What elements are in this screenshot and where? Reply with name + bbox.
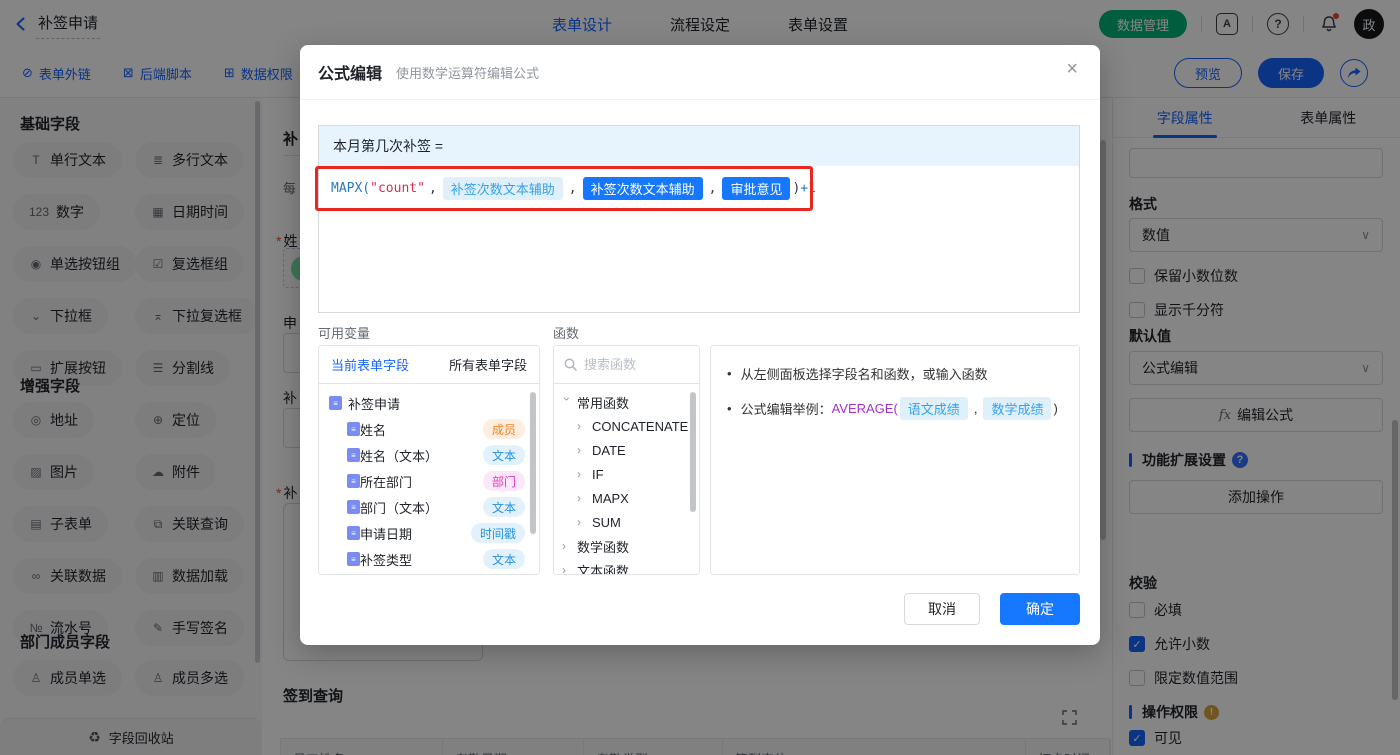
formula-editor-box: 本月第几次补签 = MAPX("count", 补签次数文本辅助, 补签次数文本辅助…: [318, 125, 1080, 313]
modal-title: 公式编辑: [318, 66, 383, 83]
variable-type-badge: 文本: [482, 497, 525, 517]
search-icon: [564, 358, 577, 371]
chevron-icon: ›: [577, 491, 581, 505]
variable-name: 部门（文本）: [360, 500, 439, 516]
function-list: › 常用函数 › CONCATENATE › DATE › IF › MAPX …: [554, 384, 699, 575]
function-name: 数学函数: [577, 539, 630, 555]
function-row[interactable]: › CONCATENATE: [554, 414, 699, 438]
formula-token[interactable]: "count": [370, 181, 425, 196]
variable-row[interactable]: ≡ 补签申请: [319, 390, 539, 416]
function-name: 文本函数: [577, 563, 630, 575]
confirm-button[interactable]: 确定: [1000, 593, 1080, 625]
close-icon[interactable]: ×: [1066, 59, 1078, 79]
functions-label: 函数: [553, 326, 580, 341]
formula-token[interactable]: 审批意见: [722, 177, 791, 200]
tip-token: 公式编辑举例：: [740, 402, 832, 417]
formula-token[interactable]: ): [792, 181, 800, 196]
variable-name: 姓名（文本）: [360, 448, 439, 464]
form-doc-icon: ≡: [347, 500, 360, 514]
variable-row[interactable]: ≡ 所在部门 部门: [319, 468, 539, 494]
function-name: DATE: [592, 442, 626, 458]
chevron-icon: ›: [577, 467, 581, 481]
form-doc-icon: ≡: [329, 396, 342, 410]
tip-token: 语文成绩: [899, 397, 968, 420]
chevron-icon: ›: [577, 419, 581, 433]
tip-token: 数学成绩: [983, 397, 1052, 420]
modal-subtitle: 使用数学运算符编辑公式: [396, 65, 540, 81]
function-row[interactable]: › SUM: [554, 510, 699, 534]
chevron-icon: ›: [562, 539, 566, 553]
variable-row[interactable]: ≡ 补签类型 文本: [319, 546, 539, 572]
tip-token: ): [1053, 401, 1058, 416]
function-row[interactable]: › 文本函数: [554, 558, 699, 575]
variable-row[interactable]: ≡ 姓名 成员: [319, 416, 539, 442]
chevron-icon: ›: [562, 563, 566, 575]
formula-token[interactable]: MAPX(: [331, 181, 370, 196]
function-row[interactable]: › IF: [554, 462, 699, 486]
formula-token[interactable]: +1: [800, 181, 816, 196]
function-row[interactable]: › 常用函数: [554, 390, 699, 414]
variable-name: 所在部门: [360, 474, 413, 490]
form-doc-icon: ≡: [347, 448, 360, 462]
modal-header: 公式编辑 使用数学运算符编辑公式 ×: [300, 45, 1100, 100]
form-doc-icon: ≡: [347, 526, 360, 540]
variable-type-badge: 成员: [482, 419, 525, 439]
function-row[interactable]: › 数学函数: [554, 534, 699, 558]
cancel-button[interactable]: 取消: [904, 593, 980, 625]
function-name: IF: [592, 466, 604, 482]
variable-type-badge: 文本: [482, 549, 525, 569]
function-name: MAPX: [592, 490, 629, 506]
formula-token[interactable]: ,: [429, 181, 437, 196]
function-name: 常用函数: [577, 395, 630, 411]
function-search: [554, 346, 699, 384]
functions-scrollbar[interactable]: [690, 392, 696, 512]
functions-panel: › 常用函数 › CONCATENATE › DATE › IF: [553, 345, 700, 575]
variable-type-badge: 文本: [482, 445, 525, 465]
form-doc-icon: ≡: [347, 422, 360, 436]
formula-token[interactable]: 补签次数文本辅助: [442, 177, 563, 200]
variable-name: 申请日期: [360, 526, 413, 542]
form-doc-icon: ≡: [347, 552, 360, 566]
formula-target: 本月第几次补签 =: [319, 126, 1079, 166]
variable-name: 补签申请: [348, 396, 401, 412]
formula-token[interactable]: ,: [709, 181, 717, 196]
variables-scrollbar[interactable]: [530, 392, 536, 534]
function-name: SUM: [592, 514, 621, 530]
tip-token: ,: [973, 401, 978, 416]
variables-tab[interactable]: 所有表单字段: [449, 355, 527, 374]
variable-row[interactable]: ≡ 姓名（文本） 文本: [319, 442, 539, 468]
formula-token[interactable]: ,: [569, 181, 577, 196]
chevron-icon: ›: [577, 443, 581, 457]
formula-input-area[interactable]: MAPX("count", 补签次数文本辅助, 补签次数文本辅助, 审批意见) +1: [319, 166, 1079, 211]
variables-tab[interactable]: 当前表单字段: [331, 355, 409, 374]
form-doc-icon: ≡: [347, 474, 360, 488]
tip-token: AVERAGE(: [831, 401, 898, 416]
variable-row[interactable]: ≡ 部门（文本） 文本: [319, 494, 539, 520]
tip-line-1: 从左侧面板选择字段名和函数，或输入函数: [727, 364, 1063, 383]
formula-token[interactable]: 补签次数文本辅助: [582, 177, 703, 200]
function-row[interactable]: › DATE: [554, 438, 699, 462]
variables-tabs: 当前表单字段 所有表单字段: [319, 346, 539, 384]
tip-line-2: 公式编辑举例：AVERAGE(语文成绩, 数学成绩): [727, 397, 1063, 420]
variable-type-badge: 时间戳: [470, 523, 525, 543]
variable-name: 姓名: [360, 422, 387, 438]
modal-footer: 取消 确定: [904, 593, 1080, 625]
function-search-input[interactable]: [584, 357, 684, 372]
variables-list: ≡ 补签申请 ≡ 姓名 成员 ≡ 姓名（文本） 文本 ≡ 所在部门 部门 ≡ 部…: [319, 384, 539, 572]
variables-panel: 当前表单字段 所有表单字段 ≡ 补签申请 ≡ 姓名 成员 ≡ 姓名（文本） 文本…: [318, 345, 540, 575]
variable-type-badge: 部门: [482, 471, 525, 491]
tips-panel: 从左侧面板选择字段名和函数，或输入函数 公式编辑举例：AVERAGE(语文成绩,…: [710, 345, 1080, 575]
variable-name: 补签类型: [360, 552, 413, 568]
chevron-icon: ›: [560, 397, 574, 401]
function-row[interactable]: › MAPX: [554, 486, 699, 510]
formula-editor-modal: 公式编辑 使用数学运算符编辑公式 × 本月第几次补签 = MAPX("count…: [300, 45, 1100, 645]
function-name: CONCATENATE: [592, 418, 689, 434]
chevron-icon: ›: [577, 515, 581, 529]
variable-row[interactable]: ≡ 申请日期 时间戳: [319, 520, 539, 546]
variables-label: 可用变量: [318, 326, 371, 341]
